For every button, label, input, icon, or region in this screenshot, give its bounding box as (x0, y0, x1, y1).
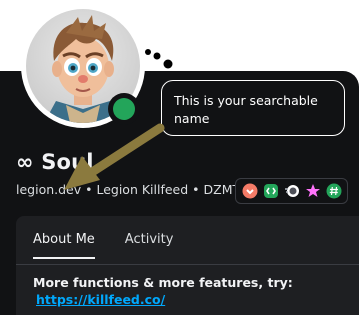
profile-meta: legion.dev • Legion Killfeed • DZMT (16, 182, 240, 197)
pronouns-text: Legion Killfeed • DZMT (96, 182, 241, 197)
username[interactable]: legion.dev (16, 182, 81, 197)
badge-list (235, 178, 348, 204)
about-me-text: More functions & more features, try: (33, 275, 293, 290)
tab-bar: About Me Activity (33, 232, 173, 259)
thought-dots (145, 49, 173, 69)
heart-badge-icon[interactable] (242, 183, 258, 199)
display-name: ∞ Soul (16, 150, 94, 174)
developer-badge-icon[interactable] (263, 183, 279, 199)
profile-tabs-panel: About Me Activity More functions & more … (16, 216, 359, 315)
tab-divider (16, 264, 359, 265)
nitro-badge-icon[interactable] (284, 183, 300, 199)
status-online-indicator (113, 98, 135, 120)
searchable-name-tooltip: This is your searchable name (161, 80, 345, 136)
tooltip-line-1: This is your searchable (174, 93, 318, 108)
tab-activity[interactable]: Activity (125, 232, 174, 259)
about-me-link[interactable]: https://killfeed.co/ (36, 292, 165, 307)
tooltip-line-2: name (174, 111, 210, 126)
tab-about-me[interactable]: About Me (33, 232, 95, 259)
star-badge-icon[interactable] (305, 183, 321, 199)
meta-separator: • (81, 182, 97, 197)
hashtag-badge-icon[interactable] (326, 183, 342, 199)
